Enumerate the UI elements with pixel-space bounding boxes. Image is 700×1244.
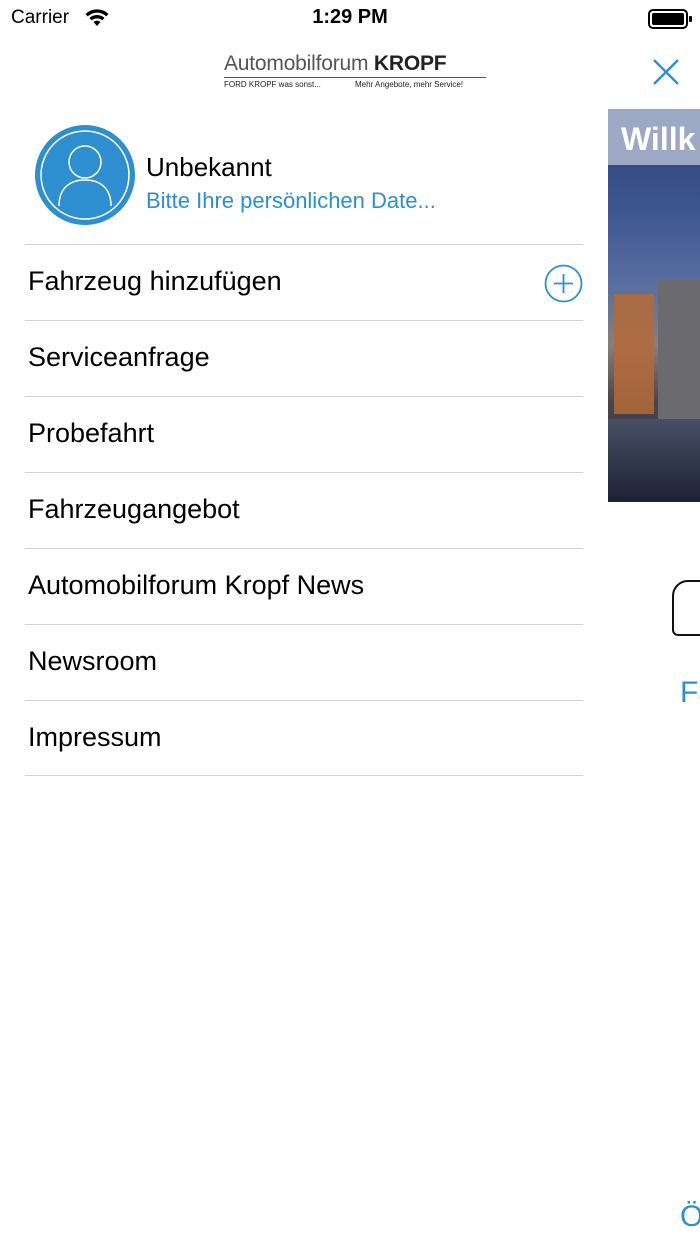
menu-item-label: Impressum: [28, 722, 162, 752]
menu-item-label: Fahrzeug hinzufügen: [28, 266, 282, 296]
close-icon: [653, 59, 679, 85]
feature-icon[interactable]: [672, 580, 700, 636]
logo-wordmark: Automobilforum KROPF: [224, 52, 447, 75]
avatar-icon: [34, 124, 136, 226]
clock: 1:29 PM: [312, 6, 388, 28]
hero-title: Willk: [621, 121, 696, 157]
feature-label[interactable]: Fa: [680, 676, 700, 710]
close-button[interactable]: [650, 56, 682, 88]
plus-circle-icon[interactable]: [544, 264, 583, 303]
menu-item-label: Probefahrt: [28, 418, 155, 448]
menu-item-imprint[interactable]: Impressum: [25, 700, 583, 776]
battery-icon: [648, 9, 694, 34]
side-drawer: Automobilforum KROPF FORD KROPF was sons…: [0, 36, 608, 1244]
menu-item-newsroom[interactable]: Newsroom: [25, 624, 583, 700]
menu-list: Fahrzeug hinzufügen Serviceanfrage Probe…: [25, 244, 583, 776]
menu-item-label: Automobilforum Kropf News: [28, 570, 365, 600]
brand-logo: Automobilforum KROPF FORD KROPF was sons…: [224, 52, 488, 92]
profile-subtitle[interactable]: Bitte Ihre persönlichen Date...: [146, 188, 436, 214]
menu-item-service-request[interactable]: Serviceanfrage: [25, 320, 583, 396]
status-bar: Carrier 1:29 PM: [0, 0, 700, 36]
menu-item-news[interactable]: Automobilforum Kropf News: [25, 548, 583, 624]
menu-item-vehicle-offer[interactable]: Fahrzeugangebot: [25, 472, 583, 548]
profile-name: Unbekannt: [146, 152, 272, 182]
profile-section[interactable]: Unbekannt Bitte Ihre persönlichen Date..…: [0, 124, 608, 244]
hero-image: Willk: [608, 109, 700, 502]
menu-item-label: Serviceanfrage: [28, 342, 210, 372]
menu-item-test-drive[interactable]: Probefahrt: [25, 396, 583, 472]
hero-title-bar: Willk: [608, 109, 700, 165]
logo-tagline-right: Mehr Angebote, mehr Service!: [355, 80, 464, 89]
hero-building: [658, 279, 700, 429]
menu-item-label: Newsroom: [28, 646, 158, 676]
menu-item-add-vehicle[interactable]: Fahrzeug hinzufügen: [25, 244, 583, 320]
hero-building: [614, 294, 654, 414]
menu-item-label: Fahrzeugangebot: [28, 494, 240, 524]
logo-divider: [224, 77, 486, 78]
logo-tagline-left: FORD KROPF was sonst...: [224, 80, 321, 89]
hero-cars: [608, 419, 700, 502]
bottom-label[interactable]: Ö: [680, 1200, 700, 1234]
